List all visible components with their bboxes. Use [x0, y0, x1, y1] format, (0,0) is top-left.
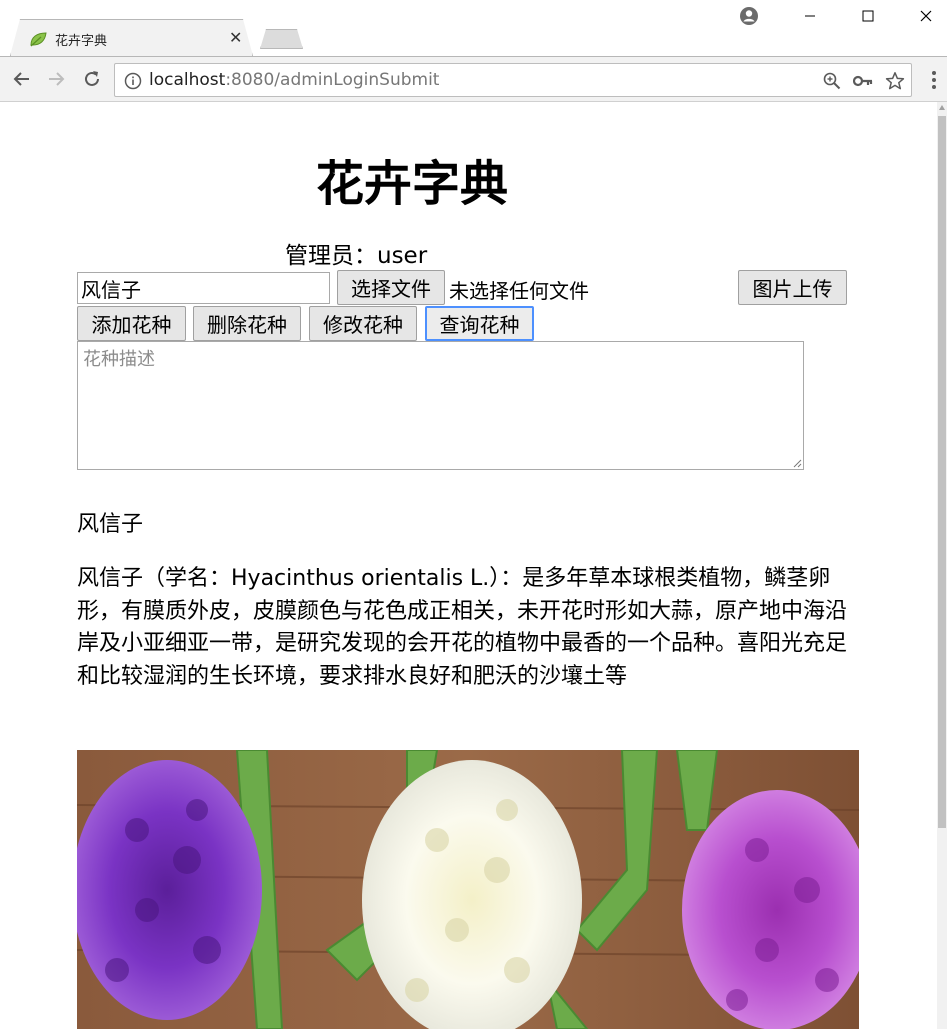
- delete-flower-button[interactable]: 删除花种: [193, 306, 301, 341]
- reload-icon[interactable]: [80, 67, 104, 91]
- menu-dots-icon[interactable]: [926, 69, 942, 91]
- tab-title: 花卉字典: [55, 34, 108, 49]
- scrollbar-thumb[interactable]: [938, 116, 946, 828]
- maximize-button[interactable]: [840, 0, 896, 32]
- url-text[interactable]: localhost:8080/adminLoginSubmit: [149, 70, 439, 90]
- flower-name-input[interactable]: [77, 272, 330, 304]
- no-file-text: 未选择任何文件: [449, 279, 589, 303]
- browser-tab[interactable]: 花卉字典 ✕: [10, 19, 253, 56]
- modify-flower-button[interactable]: 修改花种: [309, 306, 417, 341]
- choose-file-button[interactable]: 选择文件: [337, 270, 445, 305]
- browser-toolbar: localhost:8080/adminLoginSubmit: [0, 56, 947, 102]
- close-icon[interactable]: ✕: [229, 28, 242, 47]
- flower-description-input[interactable]: [77, 341, 804, 470]
- result-flower-name: 风信子: [77, 512, 144, 537]
- url-path: :8080/adminLoginSubmit: [225, 70, 440, 90]
- flower-photo: [77, 750, 859, 1029]
- leaf-icon: [30, 32, 47, 47]
- star-icon[interactable]: [885, 72, 905, 90]
- browser-titlebar: 花卉字典 ✕: [0, 0, 947, 56]
- info-icon[interactable]: [124, 72, 142, 90]
- key-icon[interactable]: [853, 72, 873, 90]
- result-flower-description: 风信子（学名：Hyacinthus orientalis L.）：是多年草本球根…: [77, 566, 848, 689]
- arrow-right-icon[interactable]: [44, 67, 68, 91]
- page-title: 花卉字典: [315, 156, 508, 212]
- page-viewport: 花卉字典 管理员：user 选择文件 未选择任何文件 图片上传 添加花种 删除花…: [0, 102, 937, 1029]
- admin-line: 管理员：user: [285, 236, 427, 270]
- new-tab-button[interactable]: [260, 29, 303, 49]
- account-icon[interactable]: [739, 6, 759, 26]
- resize-grip-icon[interactable]: [792, 458, 802, 468]
- admin-name: user: [377, 243, 428, 269]
- minimize-button[interactable]: [782, 0, 838, 32]
- admin-label: 管理员：: [285, 243, 377, 269]
- window-close-button[interactable]: [898, 0, 947, 32]
- address-bar[interactable]: localhost:8080/adminLoginSubmit: [114, 63, 912, 97]
- url-host: localhost: [149, 70, 226, 90]
- image-upload-button[interactable]: 图片上传: [738, 270, 847, 305]
- page-scrollbar[interactable]: [937, 102, 947, 1029]
- add-flower-button[interactable]: 添加花种: [77, 306, 186, 341]
- zoom-icon[interactable]: [822, 72, 842, 90]
- scroll-up-arrow-icon[interactable]: [939, 105, 945, 110]
- query-flower-button[interactable]: 查询花种: [425, 306, 534, 341]
- arrow-left-icon[interactable]: [10, 67, 34, 91]
